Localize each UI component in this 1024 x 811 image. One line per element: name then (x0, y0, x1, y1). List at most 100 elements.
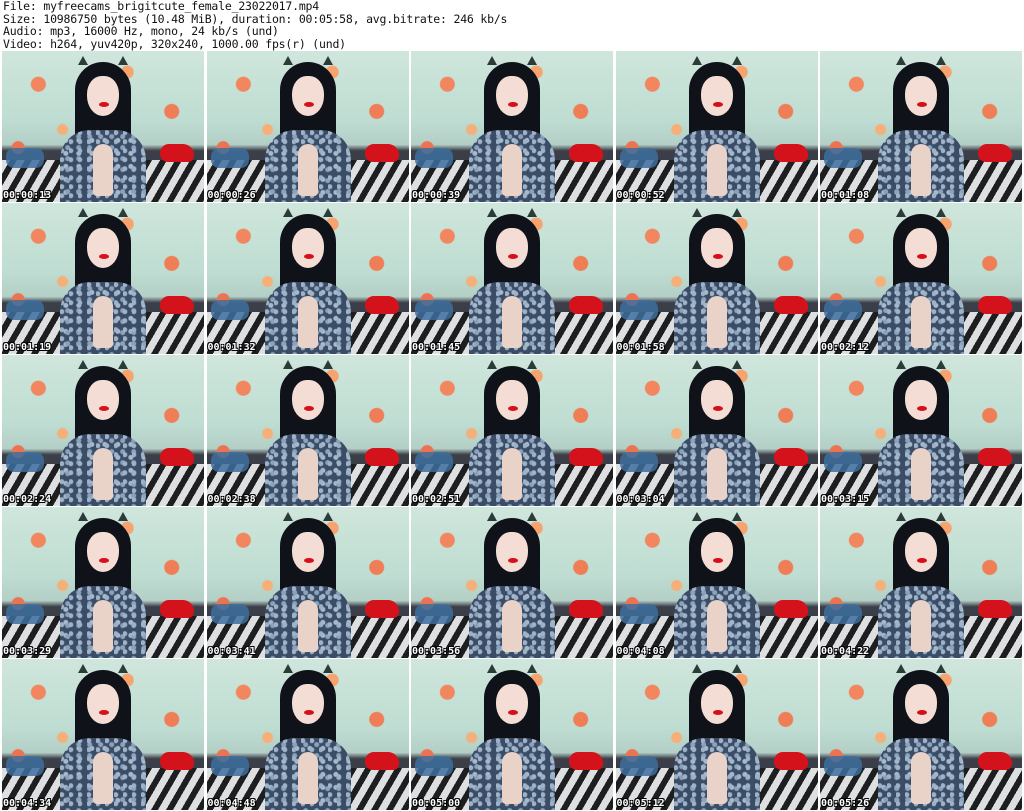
thumbnail-timestamp: 00:02:38 (207, 494, 256, 505)
video-thumbnail[interactable]: 00:03:41 (206, 507, 409, 658)
video-thumbnail[interactable]: 00:00:52 (615, 51, 818, 202)
face-shape (905, 76, 937, 116)
cat-ear-left (78, 208, 88, 217)
chest-shape (911, 296, 931, 348)
video-thumbnail[interactable]: 00:00:13 (2, 51, 204, 202)
thumbnail-scene-pillow-blue (415, 148, 453, 168)
thumbnail-timestamp: 00:04:08 (616, 646, 665, 657)
video-thumbnail[interactable]: 00:04:48 (206, 659, 409, 810)
cat-ear-right (731, 512, 742, 521)
cat-ear-left (691, 208, 702, 217)
thumbnail-timestamp: 00:02:51 (412, 494, 461, 505)
chest-shape (911, 752, 931, 804)
cat-ear-right (322, 664, 333, 673)
thumbnail-timestamp: 00:01:32 (207, 342, 256, 353)
video-thumbnail[interactable]: 00:01:45 (411, 203, 613, 354)
video-thumbnail[interactable]: 00:03:29 (2, 507, 204, 658)
thumbnail-scene-pillow-red (160, 752, 194, 770)
video-thumbnail[interactable]: 00:02:24 (2, 355, 204, 506)
video-thumbnail[interactable]: 00:04:22 (820, 507, 1022, 658)
thumbnail-timestamp: 00:03:29 (3, 646, 52, 657)
thumbnail-scene-pillow-red (978, 752, 1012, 770)
cat-ear-left (487, 512, 497, 521)
thumbnail-timestamp: 00:05:12 (616, 798, 665, 809)
video-thumbnail[interactable]: 00:04:08 (615, 507, 818, 658)
thumbnail-person-figure (457, 358, 567, 506)
thumbnail-scene-pillow-red (569, 752, 603, 770)
thumbnail-person-figure (48, 510, 158, 658)
thumbnail-person-figure (866, 510, 976, 658)
cat-ear-right (322, 208, 333, 217)
video-thumbnail[interactable]: 00:05:00 (411, 659, 613, 810)
thumbnail-person-figure (662, 54, 772, 202)
cat-ear-right (527, 56, 537, 65)
face-shape (87, 684, 119, 724)
thumbnail-scene-pillow-blue (415, 452, 453, 472)
thumbnail-scene-pillow-blue (210, 148, 249, 168)
chest-shape (911, 448, 931, 500)
face-shape (496, 532, 528, 572)
thumbnail-timestamp: 00:01:19 (3, 342, 52, 353)
video-thumbnail[interactable]: 00:01:08 (820, 51, 1022, 202)
thumbnail-person-figure (866, 358, 976, 506)
cat-ear-left (487, 664, 497, 673)
video-thumbnail[interactable]: 00:05:12 (615, 659, 818, 810)
face-shape (700, 380, 733, 420)
lips-shape (303, 710, 314, 715)
video-thumbnail[interactable]: 00:03:56 (411, 507, 613, 658)
cat-ear-right (322, 360, 333, 369)
thumbnail-timestamp: 00:01:58 (616, 342, 665, 353)
video-thumbnail[interactable]: 00:03:04 (615, 355, 818, 506)
thumbnail-timestamp: 00:03:04 (616, 494, 665, 505)
chest-shape (297, 752, 318, 804)
video-thumbnail[interactable]: 00:00:39 (411, 51, 613, 202)
thumbnail-timestamp: 00:00:13 (3, 190, 52, 201)
face-shape (905, 532, 937, 572)
cat-ear-left (282, 360, 293, 369)
lips-shape (99, 710, 109, 715)
face-shape (291, 532, 324, 572)
video-thumbnail[interactable]: 00:04:34 (2, 659, 204, 810)
face-shape (700, 532, 733, 572)
chest-shape (502, 448, 522, 500)
cat-ear-right (118, 208, 128, 217)
video-thumbnail[interactable]: 00:02:12 (820, 203, 1022, 354)
face-shape (496, 380, 528, 420)
lips-shape (917, 710, 927, 715)
thumbnail-scene-pillow-red (978, 448, 1012, 466)
video-thumbnail[interactable]: 00:00:26 (206, 51, 409, 202)
cat-ear-right (731, 360, 742, 369)
thumbnail-scene-pillow-red (364, 600, 399, 618)
thumbnail-scene-pillow-red (160, 600, 194, 618)
video-thumbnail[interactable]: 00:01:19 (2, 203, 204, 354)
cat-ear-left (282, 56, 293, 65)
thumbnail-person-figure (457, 206, 567, 354)
lips-shape (303, 102, 314, 107)
thumbnail-scene-pillow-blue (824, 300, 862, 320)
lips-shape (917, 102, 927, 107)
cat-ear-right (731, 664, 742, 673)
thumbnail-scene-pillow-red (978, 296, 1012, 314)
face-shape (496, 76, 528, 116)
thumbnail-scene-pillow-red (773, 448, 808, 466)
thumbnail-timestamp: 00:03:56 (412, 646, 461, 657)
video-thumbnail[interactable]: 00:01:32 (206, 203, 409, 354)
thumbnail-timestamp: 00:04:22 (821, 646, 870, 657)
thumbnail-scene-pillow-red (978, 144, 1012, 162)
lips-shape (712, 710, 723, 715)
video-thumbnail[interactable]: 00:01:58 (615, 203, 818, 354)
cat-ear-right (527, 664, 537, 673)
chest-shape (297, 296, 318, 348)
cat-ear-right (322, 512, 333, 521)
video-thumbnail[interactable]: 00:02:38 (206, 355, 409, 506)
thumbnail-person-figure (662, 662, 772, 810)
video-thumbnail[interactable]: 00:03:15 (820, 355, 1022, 506)
lips-shape (508, 406, 518, 411)
cat-ear-right (527, 208, 537, 217)
video-thumbnail[interactable]: 00:02:51 (411, 355, 613, 506)
thumbnail-scene-pillow-red (364, 448, 399, 466)
face-shape (291, 228, 324, 268)
video-thumbnail[interactable]: 00:05:26 (820, 659, 1022, 810)
thumbnail-scene-pillow-blue (210, 604, 249, 624)
cat-ear-left (691, 512, 702, 521)
